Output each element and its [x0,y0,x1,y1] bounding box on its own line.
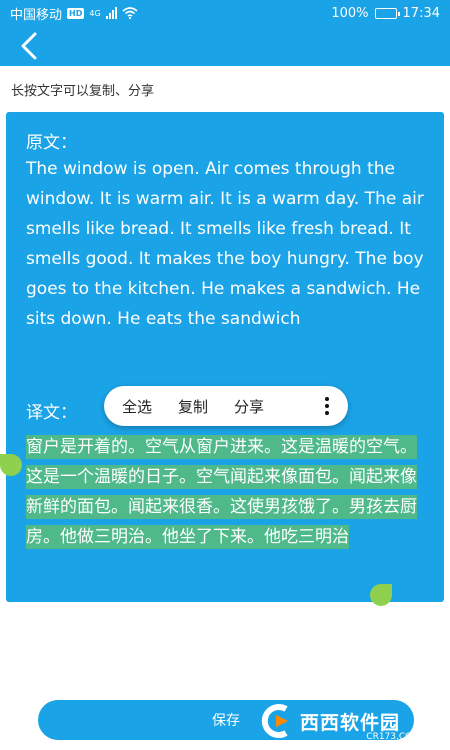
copy-button[interactable]: 复制 [178,396,208,417]
nav-bar [0,26,450,66]
save-button-label: 保存 [212,713,240,729]
back-button[interactable] [12,30,46,62]
selection-start-handle[interactable] [0,454,22,476]
translation-card: 原文： The window is open. Air comes throug… [0,112,444,606]
select-all-button[interactable]: 全选 [122,396,152,417]
battery-percent: 100% [331,5,369,21]
more-vertical-icon[interactable] [320,394,334,418]
brand-logo-icon [261,704,288,738]
share-button[interactable]: 分享 [234,396,264,417]
watermark-brand: 西西软件园 [300,711,401,734]
wifi-icon [122,7,138,19]
selected-translation[interactable]: 窗户是开着的。空气从窗户进来。这是温暖的空气。这是一个温暖的日子。空气闻起来像面… [26,435,417,549]
battery-icon [374,7,400,19]
signal-icon [105,7,117,19]
text-selection-menu: 全选 复制 分享 [104,386,348,426]
status-left: 中国移动 HD 4G [10,4,138,23]
watermark-logo: 西西软件园 CR173.COM [256,698,450,744]
translation-text[interactable]: 窗户是开着的。空气从窗户进来。这是温暖的空气。这是一个温暖的日子。空气闻起来像面… [26,432,428,552]
original-label: 原文： [26,133,77,153]
carrier-name: 中国移动 [10,7,63,23]
watermark-site: CR173.COM [366,732,420,742]
original-text[interactable]: The window is open. Air comes through th… [26,154,426,334]
status-bar: 中国移动 HD 4G 100% 17:34 [0,0,450,26]
clock: 17:34 [402,5,440,21]
status-right: 100% 17:34 [331,6,440,21]
translation-label: 译文： [26,403,77,423]
selection-end-handle[interactable] [370,584,392,606]
chevron-left-icon [21,32,37,60]
copy-share-hint: 长按文字可以复制、分享 [11,84,155,99]
network-type: 4G [89,8,101,18]
hd-badge: HD [67,7,85,19]
